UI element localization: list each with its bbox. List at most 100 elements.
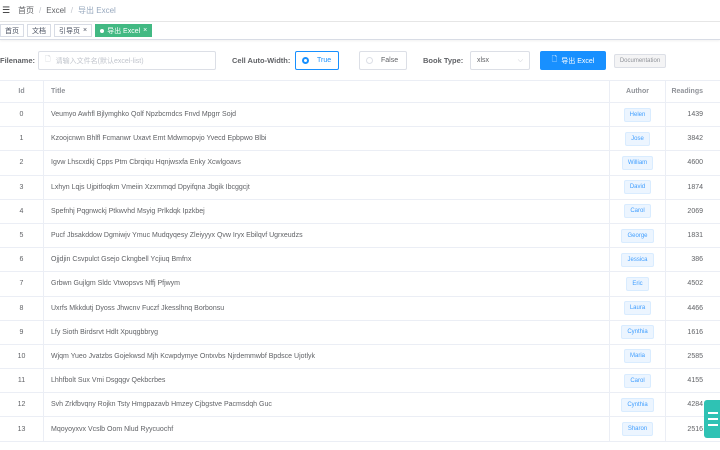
table-row[interactable]: 13 Mqoyoyxvx Vcslb Oom Nlud Ryycuochf Shar… xyxy=(0,417,720,442)
menu-collapse-icon[interactable]: ☰ xyxy=(0,5,12,16)
tag-home[interactable]: 首页 xyxy=(0,24,24,37)
table-row[interactable]: 0 Veumyo Awhfl Bjlymghko Qolf Npzbcmdcs F… xyxy=(0,103,720,128)
document-icon: 🗋 xyxy=(551,56,558,63)
cell-title: Mqoyoyxvx Vcslb Oom Nlud Ryycuochf xyxy=(44,417,610,441)
cell-author: Helen xyxy=(610,103,666,127)
close-icon[interactable]: × xyxy=(83,27,87,34)
autowidth-label: Cell Auto-Width: xyxy=(232,56,291,65)
table-row[interactable]: 8 Uxrfs Mkkdutj Dyoss Jhwcnv Fuczf Jkessl… xyxy=(0,296,720,321)
author-tag: Helen xyxy=(623,107,652,122)
table-row[interactable]: 9 Lfy Sioth Birdsrvt Hdlt Xpuqgbbryg Cynth… xyxy=(0,320,720,345)
documentation-button[interactable]: Documentation xyxy=(614,54,666,68)
table-row[interactable]: 6 Ojjdjin Csvpulct Gsejo Ckngbell Ycjiuq … xyxy=(0,248,720,273)
filename-input[interactable]: 🗋 请输入文件名(默认excel-list) xyxy=(38,51,216,70)
table-body: 0 Veumyo Awhfl Bjlymghko Qolf Npzbcmdcs F… xyxy=(0,103,720,442)
breadcrumb: 首页 / Excel / 导出 Excel xyxy=(18,5,116,16)
author-tag: David xyxy=(623,180,652,195)
breadcrumb-home[interactable]: 首页 xyxy=(18,5,34,16)
cell-title: Spefnhj Pqgnwckj Ptkwvhd Msyig Prlkdqk I… xyxy=(44,199,610,223)
cell-readings: 1616 xyxy=(687,328,703,336)
cell-id: 2 xyxy=(0,151,44,175)
cell-title: Ojjdjin Csvpulct Gsejo Ckngbell Ycjiuq B… xyxy=(44,248,610,272)
header-id[interactable]: Id xyxy=(0,81,44,102)
table-row[interactable]: 1 Kzoojcnwn Bhlfl Fcmanwr Uxavt Emt Mdwmo… xyxy=(0,127,720,152)
header-title[interactable]: Title xyxy=(44,81,610,102)
cell-title: Veumyo Awhfl Bjlymghko Qolf Npzbcmdcs Fn… xyxy=(44,103,610,127)
cell-title: Svh Zrkfbvqny Rojkn Tsty Hmgpazavb Hmzey… xyxy=(44,393,610,417)
booktype-select[interactable]: xlsx ⌵ xyxy=(470,51,530,70)
table-row[interactable]: 10 Wjqm Yueo Jvatzbs Gojekwsd Mjh Kcwpdym… xyxy=(0,344,720,370)
author-tag: Jose xyxy=(625,131,650,146)
filename-label: Filename: xyxy=(0,56,36,65)
cell-author: David xyxy=(610,175,666,199)
cell-author: George xyxy=(610,223,666,248)
filter-bar: Filename: 🗋 请输入文件名(默认excel-list) Cell Au… xyxy=(0,48,720,74)
breadcrumb-excel[interactable]: Excel xyxy=(46,6,66,15)
table-row[interactable]: 7 Grbwn Gujlgm Sldc Vtwopsvs Nffj Pfjwym E… xyxy=(0,272,720,297)
header-readings[interactable]: Readings xyxy=(666,81,720,102)
header-author[interactable]: Author xyxy=(610,81,666,102)
cell-id: 9 xyxy=(0,320,44,344)
cell-title: Wjqm Yueo Jvatzbs Gojekwsd Mjh Kcwpdymye… xyxy=(44,344,610,369)
cell-author: William xyxy=(610,151,666,175)
table-header-row: Id Title Author Readings xyxy=(0,81,720,103)
booktype-label: Book Type: xyxy=(423,56,464,65)
author-tag: Sharon xyxy=(621,422,654,437)
cell-readings: 4502 xyxy=(687,280,703,288)
autowidth-false-radio[interactable]: False xyxy=(359,51,407,70)
cell-readings: 1439 xyxy=(687,111,703,119)
table-row[interactable]: 2 Igvw Lhscxdkj Cpps Ptm Cbrqiqu Hqnjwsxf… xyxy=(0,151,720,176)
author-tag: Laura xyxy=(623,301,652,316)
autowidth-true-radio[interactable]: True xyxy=(295,51,339,70)
cell-author: Carol xyxy=(610,369,666,393)
cell-author: Cynthia xyxy=(610,393,666,417)
table-row[interactable]: 3 Lxhyn Lqjs Ujpitfoqkm Vmeiin Xzxmmqd Dp… xyxy=(0,175,720,200)
cell-readings: 386 xyxy=(691,256,703,264)
tag-guide[interactable]: 引导页 × xyxy=(54,24,93,37)
cell-title: Lxhyn Lqjs Ujpitfoqkm Vmeiin Xzxmmqd Dpy… xyxy=(44,175,610,199)
cell-author: Laura xyxy=(610,296,666,320)
author-tag: Cynthia xyxy=(621,397,654,412)
cell-author: Jose xyxy=(610,127,666,151)
cell-id: 0 xyxy=(0,103,44,127)
cell-title: Igvw Lhscxdkj Cpps Ptm Cbrqiqu Hqnjwsxfa… xyxy=(44,151,610,175)
export-excel-button[interactable]: 🗋 导出 Excel xyxy=(540,51,606,70)
cell-author: Jessica xyxy=(610,248,666,272)
cell-author: Cynthia xyxy=(610,320,666,344)
settings-drawer-handle[interactable] xyxy=(704,400,720,438)
cell-readings: 3842 xyxy=(687,135,703,143)
cell-id: 12 xyxy=(0,393,44,417)
radio-icon xyxy=(366,57,373,64)
cell-title: Lhhfbolt Sux Vmi Dsgqgv Qekbcrbes xyxy=(44,369,610,393)
cell-id: 3 xyxy=(0,175,44,199)
cell-readings: 4155 xyxy=(687,377,703,385)
table-row[interactable]: 12 Svh Zrkfbvqny Rojkn Tsty Hmgpazavb Hmz… xyxy=(0,393,720,418)
document-icon: 🗋 xyxy=(45,56,51,63)
cell-readings: 4600 xyxy=(687,159,703,167)
author-tag: Cynthia xyxy=(621,325,654,340)
tag-docs[interactable]: 文档 xyxy=(27,24,51,37)
table-row[interactable]: 5 Pucf Jbsakddow Dgmiwjv Ymuc Mudqyqesy Z… xyxy=(0,223,720,249)
cell-readings: 2069 xyxy=(687,207,703,215)
author-tag: Eric xyxy=(626,276,649,291)
chevron-down-icon: ⌵ xyxy=(517,56,523,64)
cell-id: 1 xyxy=(0,127,44,151)
tags-view: 首页 文档 引导页 × 导出 Excel × xyxy=(0,22,720,40)
cell-readings: 2585 xyxy=(687,352,703,360)
close-icon[interactable]: × xyxy=(143,27,147,34)
cell-id: 11 xyxy=(0,369,44,393)
cell-id: 8 xyxy=(0,296,44,320)
author-tag: George xyxy=(621,228,654,243)
cell-id: 7 xyxy=(0,272,44,296)
cell-author: Carol xyxy=(610,199,666,223)
table-row[interactable]: 11 Lhhfbolt Sux Vmi Dsgqgv Qekbcrbes Carol… xyxy=(0,369,720,394)
cell-readings: 4466 xyxy=(687,304,703,312)
cell-title: Uxrfs Mkkdutj Dyoss Jhwcnv Fuczf Jkesslh… xyxy=(44,296,610,320)
author-tag: Carol xyxy=(624,204,651,219)
tag-export-excel[interactable]: 导出 Excel × xyxy=(95,24,153,37)
table-row[interactable]: 4 Spefnhj Pqgnwckj Ptkwvhd Msyig Prlkdqk … xyxy=(0,199,720,224)
cell-title: Kzoojcnwn Bhlfl Fcmanwr Uxavt Emt Mdwmop… xyxy=(44,127,610,151)
cell-id: 4 xyxy=(0,199,44,223)
cell-id: 10 xyxy=(0,344,44,369)
cell-id: 5 xyxy=(0,223,44,248)
